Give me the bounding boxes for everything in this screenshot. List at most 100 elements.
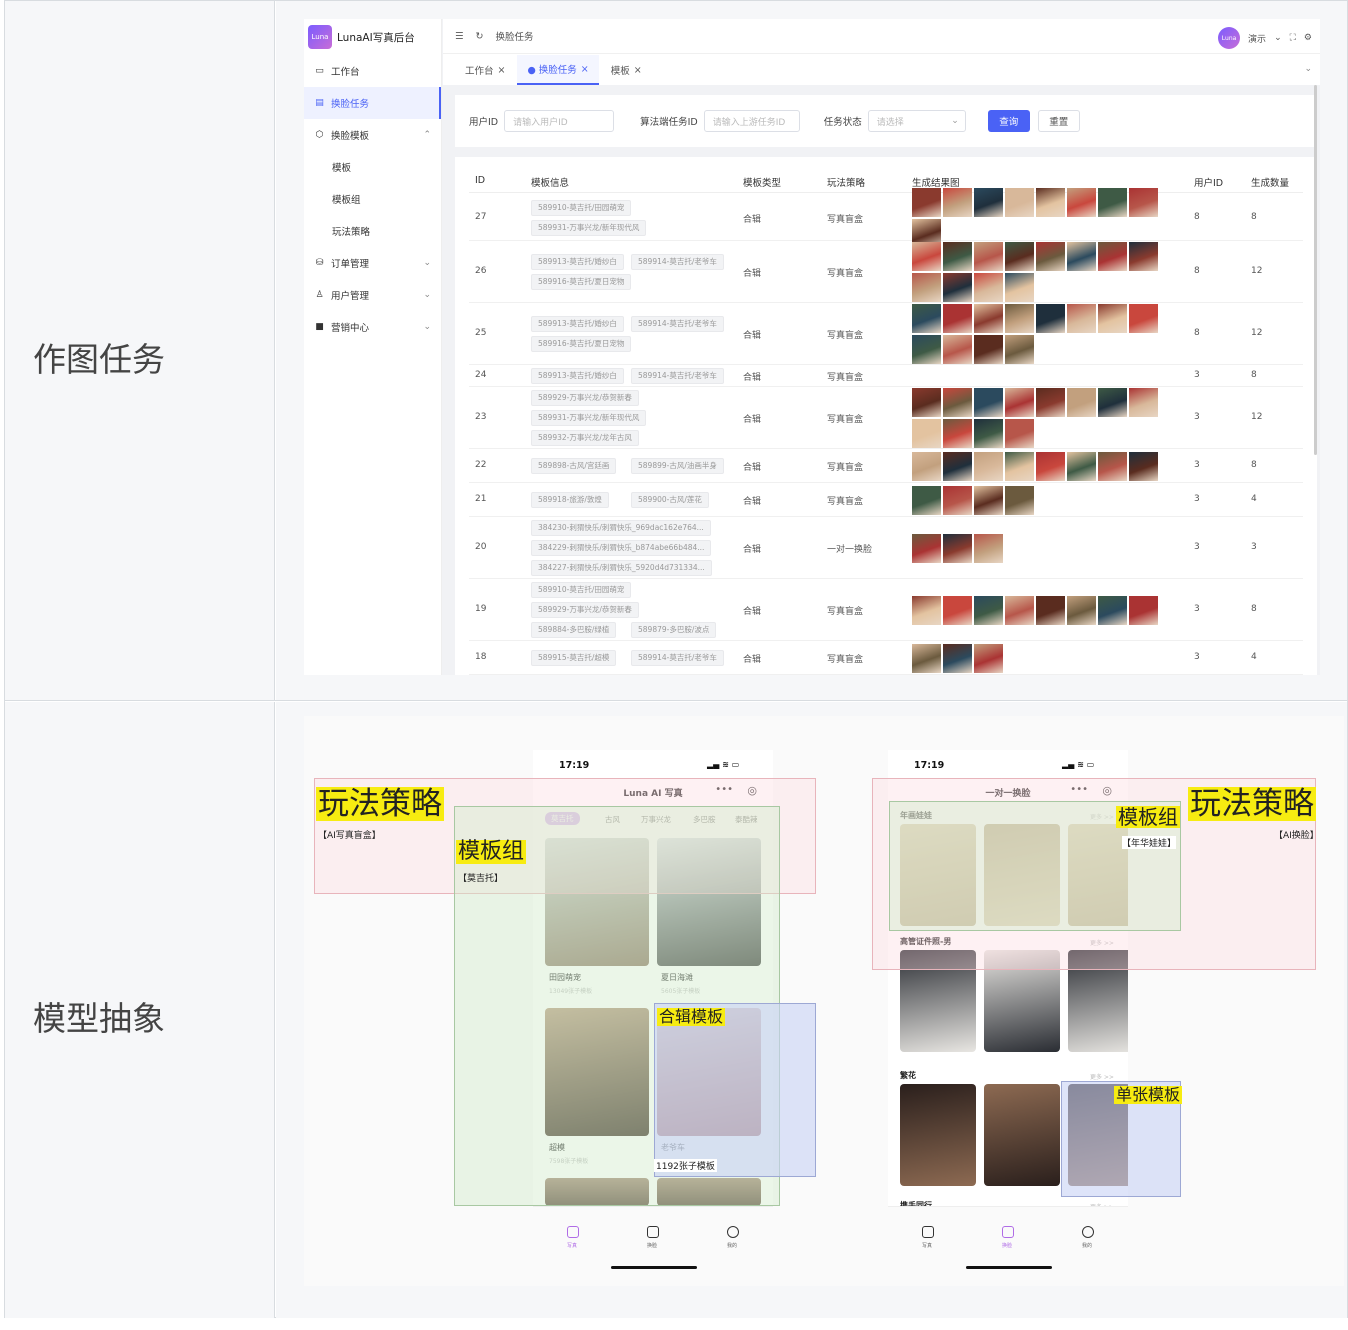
result-thumbnail[interactable] [1067, 242, 1096, 271]
search-button[interactable]: 查询 [987, 110, 1030, 132]
result-thumbnail[interactable] [1098, 188, 1127, 217]
result-thumbnail[interactable] [974, 643, 1003, 673]
result-thumbnail[interactable] [943, 485, 972, 515]
result-thumbnail[interactable] [1005, 419, 1034, 448]
result-thumbnail[interactable] [1036, 595, 1065, 625]
reset-button[interactable]: 重置 [1037, 110, 1080, 132]
status-select[interactable]: 请选择 ⌄ [867, 110, 966, 132]
profile-nav-icon[interactable] [727, 1226, 739, 1238]
result-thumbnail[interactable] [943, 419, 972, 448]
tab-workbench[interactable]: 工作台 × [455, 55, 515, 85]
sidebar-item-faceswap-template[interactable]: ⬡ 换脸模板 ⌃ [304, 119, 441, 151]
sidebar-item-marketing[interactable]: ■ 营销中心 ⌄ [304, 311, 441, 343]
result-thumbnail[interactable] [912, 188, 941, 217]
result-thumbnail[interactable] [912, 419, 941, 448]
result-thumbnail[interactable] [943, 242, 972, 271]
template-thumbnail[interactable] [984, 1084, 1060, 1186]
table-row[interactable]: 18 合辑 写真盲盒 3 4 589915-莫吉托/超模 589914-莫吉托/老爷车 [469, 641, 1303, 675]
result-thumbnail[interactable] [912, 304, 941, 333]
result-thumbnail[interactable] [912, 242, 941, 271]
close-icon[interactable]: × [581, 64, 589, 75]
result-thumbnail[interactable] [912, 485, 941, 515]
result-thumbnail[interactable] [1129, 388, 1158, 417]
result-thumbnail[interactable] [1129, 595, 1158, 625]
table-row[interactable]: 20 合辑 一对一换脸 3 3 384230-刺猬快乐/刺猬快乐_969dac162e76… [469, 517, 1303, 579]
table-row[interactable]: 26 合辑 写真盲盒 8 12 589913-莫吉托/婚纱白 589914-莫吉托/老爷车 5… [469, 241, 1303, 303]
user-id-input[interactable]: 请输入用户ID [504, 110, 615, 132]
result-thumbnail[interactable] [1005, 335, 1034, 364]
table-row[interactable]: 27 合辑 写真盲盒 8 8 589910-莫吉托/田园萌宠 589931-万事兴龙/新年现… [469, 188, 1303, 248]
task-id-input[interactable]: 请输入上游任务ID [703, 110, 800, 132]
result-thumbnail[interactable] [1067, 388, 1096, 417]
result-thumbnail[interactable] [974, 335, 1003, 364]
result-thumbnail[interactable] [912, 388, 941, 417]
photo-nav-icon[interactable] [567, 1226, 579, 1238]
user-name[interactable]: 演示 [1248, 32, 1266, 45]
table-row[interactable]: 21 合辑 写真盲盒 3 4 589918-旅游/敦煌 589900-古风/莲花 [469, 483, 1303, 517]
result-thumbnail[interactable] [943, 188, 972, 217]
result-thumbnail[interactable] [1005, 242, 1034, 271]
result-thumbnail[interactable] [974, 595, 1003, 625]
result-thumbnail[interactable] [1098, 451, 1127, 481]
result-thumbnail[interactable] [1005, 273, 1034, 302]
result-thumbnail[interactable] [943, 335, 972, 364]
result-thumbnail[interactable] [1067, 595, 1096, 625]
result-thumbnail[interactable] [912, 451, 941, 481]
result-thumbnail[interactable] [943, 595, 972, 625]
table-row[interactable]: 24 合辑 写真盲盒 3 8 589913-莫吉托/婚纱白 589914-莫吉托/老爷车 [469, 365, 1303, 387]
result-thumbnail[interactable] [912, 273, 941, 302]
table-row[interactable]: 22 合辑 写真盲盒 3 8 589898-古风/宫廷画 589899-古风/油画半身 [469, 449, 1303, 483]
result-thumbnail[interactable] [943, 304, 972, 333]
fullscreen-icon[interactable]: ⛶ [1290, 33, 1296, 43]
result-thumbnail[interactable] [1005, 595, 1034, 625]
result-thumbnail[interactable] [974, 533, 1003, 563]
result-thumbnail[interactable] [1036, 242, 1065, 271]
scrollbar[interactable] [1314, 85, 1317, 455]
result-thumbnail[interactable] [974, 304, 1003, 333]
result-thumbnail[interactable] [943, 451, 972, 481]
result-thumbnail[interactable] [1005, 485, 1034, 515]
result-thumbnail[interactable] [1129, 451, 1158, 481]
result-thumbnail[interactable] [1098, 304, 1127, 333]
sidebar-item-faceswap-task[interactable]: ▤ 换脸任务 [304, 87, 441, 119]
result-thumbnail[interactable] [1129, 242, 1158, 271]
result-thumbnail[interactable] [974, 188, 1003, 217]
result-thumbnail[interactable] [974, 273, 1003, 302]
profile-nav-icon[interactable] [1082, 1226, 1094, 1238]
menu-fold-icon[interactable]: ☰ [455, 31, 464, 42]
faceswap-nav-icon[interactable] [647, 1226, 659, 1238]
result-thumbnail[interactable] [912, 643, 941, 673]
table-row[interactable]: 23 合辑 写真盲盒 3 12 589929-万事兴龙/恭贺新春 589931-万事兴龙/新… [469, 387, 1303, 449]
photo-nav-icon[interactable] [922, 1226, 934, 1238]
result-thumbnail[interactable] [912, 533, 941, 563]
section-more-link[interactable]: 更多 >> [1090, 1072, 1114, 1081]
result-thumbnail[interactable] [1036, 388, 1065, 417]
result-thumbnail[interactable] [943, 643, 972, 673]
result-thumbnail[interactable] [974, 242, 1003, 271]
result-thumbnail[interactable] [1129, 188, 1158, 217]
result-thumbnail[interactable] [1005, 388, 1034, 417]
sidebar-item-orders[interactable]: ⛁ 订单管理 ⌄ [304, 247, 441, 279]
sidebar-item-strategy[interactable]: 玩法策略 [304, 215, 441, 247]
result-thumbnail[interactable] [974, 485, 1003, 515]
sidebar-item-users[interactable]: ♙ 用户管理 ⌄ [304, 279, 441, 311]
chevron-down-icon[interactable]: ⌄ [1304, 64, 1312, 74]
table-row[interactable]: 25 合辑 写真盲盒 8 12 589913-莫吉托/婚纱白 589914-莫吉托/老爷车 5… [469, 303, 1303, 365]
result-thumbnail[interactable] [912, 335, 941, 364]
result-thumbnail[interactable] [1129, 304, 1158, 333]
result-thumbnail[interactable] [1098, 242, 1127, 271]
table-row[interactable]: 19 合辑 写真盲盒 3 8 589910-莫吉托/田园萌宠 589929-万事兴龙/恭贺新… [469, 579, 1303, 641]
result-thumbnail[interactable] [1005, 451, 1034, 481]
sidebar-item-template[interactable]: 模板 [304, 151, 441, 183]
result-thumbnail[interactable] [1098, 388, 1127, 417]
template-thumbnail[interactable] [900, 1084, 976, 1186]
result-thumbnail[interactable] [1067, 304, 1096, 333]
result-thumbnail[interactable] [912, 595, 941, 625]
sidebar-item-template-group[interactable]: 模板组 [304, 183, 441, 215]
result-thumbnail[interactable] [1098, 595, 1127, 625]
result-thumbnail[interactable] [1036, 304, 1065, 333]
result-thumbnail[interactable] [1005, 304, 1034, 333]
tab-template[interactable]: 模板 × [601, 55, 652, 85]
avatar[interactable]: Luna [1218, 27, 1241, 49]
refresh-icon[interactable]: ↻ [476, 31, 484, 42]
